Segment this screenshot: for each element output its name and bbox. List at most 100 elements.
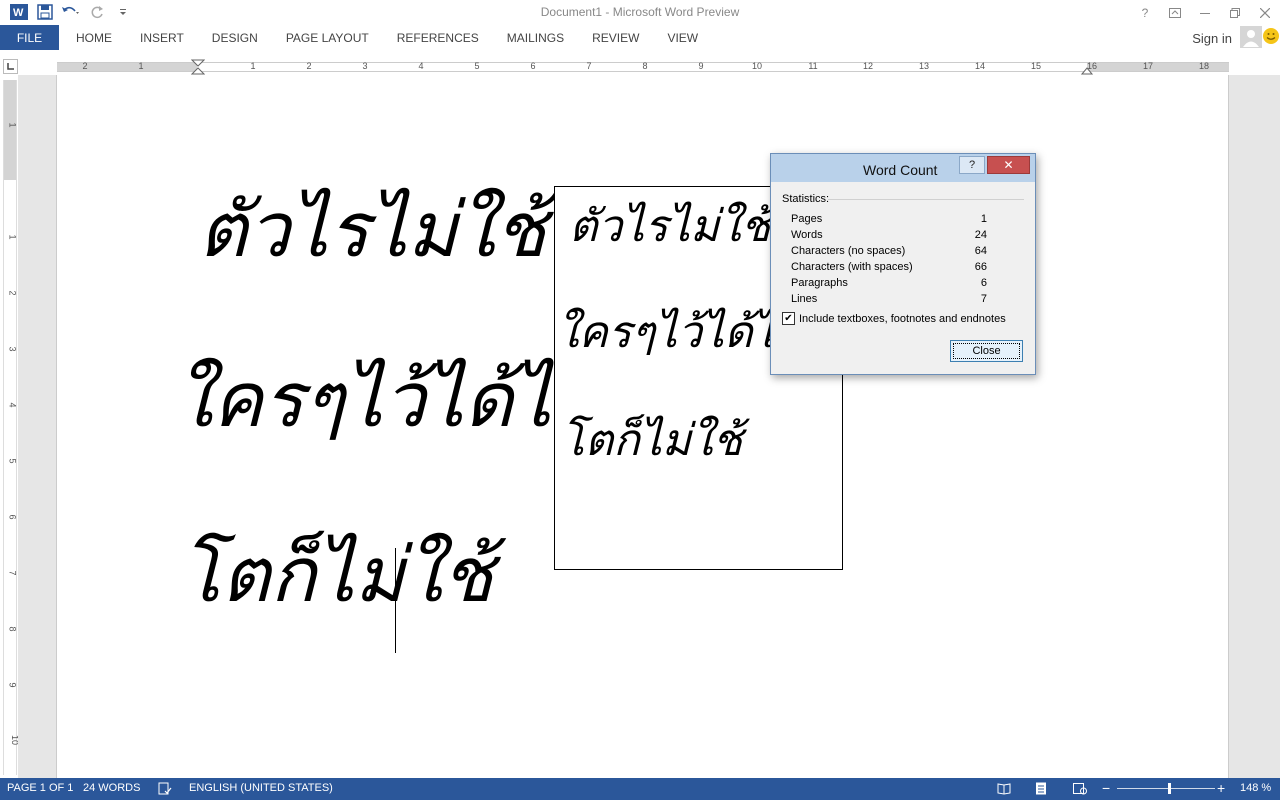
- textbox-line-2[interactable]: ใครๆไว้ได้ไง: [557, 297, 796, 367]
- language-indicator[interactable]: ENGLISH (UNITED STATES): [189, 782, 333, 794]
- ruler-number: 2: [306, 61, 312, 71]
- status-bar: PAGE 1 OF 1 24 WORDS ENGLISH (UNITED STA…: [0, 778, 1280, 800]
- tab-references[interactable]: REFERENCES: [383, 25, 493, 50]
- stat-row-lines: Lines 7: [791, 293, 987, 305]
- ruler-number: 3: [362, 61, 368, 71]
- close-window-button[interactable]: [1250, 0, 1280, 25]
- dialog-close-x-button[interactable]: ✕: [987, 156, 1030, 174]
- stat-row-characters-with-spaces: Characters (with spaces) 66: [791, 261, 987, 273]
- ruler-number: 15: [1030, 61, 1042, 71]
- tab-view[interactable]: VIEW: [653, 25, 712, 50]
- user-avatar[interactable]: [1240, 26, 1262, 48]
- ruler-number: 4: [7, 402, 18, 408]
- title-bar: W Document1 - Microsoft Word Preview ?: [0, 0, 1280, 25]
- tab-page-layout[interactable]: PAGE LAYOUT: [272, 25, 383, 50]
- textbox-line-1[interactable]: ตัวไรไม่ใช้: [569, 191, 771, 261]
- ruler-number: 2: [82, 61, 88, 71]
- ruler-number: 12: [862, 61, 874, 71]
- stat-value: 66: [974, 261, 987, 273]
- document-line-3[interactable]: โตก็ไม่ใช้: [180, 515, 493, 635]
- ruler-number: 18: [1198, 61, 1210, 71]
- ribbon-display-options-icon[interactable]: [1160, 0, 1190, 25]
- vertical-ruler[interactable]: 1 1 2 3 4 5 6 7 8 9 10: [3, 80, 20, 775]
- stat-value: 6: [980, 277, 987, 289]
- restore-button[interactable]: [1220, 0, 1250, 25]
- ruler-number: 13: [918, 61, 930, 71]
- stat-label: Paragraphs: [791, 277, 848, 289]
- ribbon: FILE HOME INSERT DESIGN PAGE LAYOUT REFE…: [0, 25, 1280, 51]
- zoom-slider[interactable]: [1117, 788, 1215, 789]
- help-button[interactable]: ?: [1130, 0, 1160, 25]
- document-line-1[interactable]: ตัวไรไม่ใช้: [198, 170, 546, 290]
- statistics-divider: [828, 199, 1024, 200]
- document-line-2[interactable]: ใครๆไว้ได้ไง: [175, 340, 588, 460]
- ruler-number: 3: [7, 346, 18, 352]
- read-mode-icon[interactable]: [997, 782, 1011, 795]
- right-indent-marker-icon[interactable]: [1081, 65, 1093, 75]
- zoom-level[interactable]: 148 %: [1240, 782, 1271, 794]
- word-count-dialog: Word Count ? ✕ Statistics: Pages 1 Words…: [770, 153, 1036, 375]
- window-title: Document1 - Microsoft Word Preview: [540, 5, 740, 19]
- stat-row-pages: Pages 1: [791, 213, 987, 225]
- ruler-number: 14: [974, 61, 986, 71]
- close-button[interactable]: Close: [950, 340, 1023, 362]
- horizontal-ruler[interactable]: 2 1 1 2 3 4 5 6 7 8 9 10 11 12 13 14 15 …: [0, 59, 1280, 75]
- dialog-help-button[interactable]: ?: [959, 156, 985, 174]
- zoom-slider-thumb[interactable]: [1168, 783, 1171, 794]
- sign-in-link[interactable]: Sign in: [1192, 31, 1232, 46]
- page-indicator[interactable]: PAGE 1 OF 1: [7, 782, 73, 794]
- ruler-number: 1: [7, 122, 18, 128]
- ribbon-tabs: HOME INSERT DESIGN PAGE LAYOUT REFERENCE…: [62, 25, 712, 50]
- ruler-number: 8: [642, 61, 648, 71]
- stat-value: 7: [980, 293, 987, 305]
- stat-label: Characters (no spaces): [791, 245, 906, 257]
- dialog-title: Word Count: [863, 162, 938, 178]
- zoom-out-button[interactable]: −: [1102, 780, 1110, 796]
- zoom-in-button[interactable]: +: [1217, 780, 1225, 796]
- include-textboxes-option[interactable]: ✔ Include textboxes, footnotes and endno…: [782, 312, 1006, 325]
- tab-design[interactable]: DESIGN: [198, 25, 272, 50]
- tab-review[interactable]: REVIEW: [578, 25, 653, 50]
- web-layout-icon[interactable]: [1073, 782, 1087, 795]
- stat-label: Lines: [791, 293, 818, 305]
- stat-label: Words: [791, 229, 823, 241]
- ruler-number: 7: [7, 570, 18, 576]
- ruler-number: 5: [7, 458, 18, 464]
- word-count-indicator[interactable]: 24 WORDS: [83, 782, 140, 794]
- statistics-label: Statistics:: [782, 193, 830, 205]
- print-layout-icon[interactable]: [1034, 782, 1048, 795]
- text-cursor: [395, 548, 396, 653]
- stat-row-paragraphs: Paragraphs 6: [791, 277, 987, 289]
- stat-label: Characters (with spaces): [791, 261, 913, 273]
- stat-value: 64: [974, 245, 987, 257]
- tab-insert[interactable]: INSERT: [126, 25, 198, 50]
- stat-row-characters-no-spaces: Characters (no spaces) 64: [791, 245, 987, 257]
- ruler-number: 11: [808, 61, 818, 71]
- proofing-icon[interactable]: [158, 782, 172, 795]
- ruler-number: 1: [138, 61, 144, 71]
- stat-value: 1: [980, 213, 987, 225]
- include-textboxes-checkbox[interactable]: ✔: [782, 312, 795, 325]
- stat-label: Pages: [791, 213, 823, 225]
- textbox-line-3[interactable]: โตก็ไม่ใช้: [561, 405, 742, 475]
- ruler-number: 9: [698, 61, 704, 71]
- stat-row-words: Words 24: [791, 229, 987, 241]
- tab-home[interactable]: HOME: [62, 25, 126, 50]
- minimize-button[interactable]: [1190, 0, 1220, 25]
- ruler-number: 1: [7, 234, 18, 240]
- ruler-number: 2: [7, 290, 18, 296]
- ruler-number: 6: [7, 514, 18, 520]
- ruler-number: 10: [751, 61, 763, 71]
- stat-value: 24: [974, 229, 987, 241]
- ruler-number: 6: [530, 61, 536, 71]
- ruler-number: 9: [7, 682, 18, 688]
- tab-file[interactable]: FILE: [0, 25, 59, 50]
- feedback-smiley-icon[interactable]: [1263, 28, 1279, 44]
- tab-mailings[interactable]: MAILINGS: [493, 25, 578, 50]
- ruler-number: 1: [250, 61, 256, 71]
- include-textboxes-label[interactable]: Include textboxes, footnotes and endnote…: [799, 313, 1006, 325]
- ruler-number: 7: [586, 61, 592, 71]
- dialog-title-bar[interactable]: Word Count ? ✕: [771, 154, 1035, 182]
- ruler-number: 17: [1142, 61, 1154, 71]
- dialog-body: Statistics: Pages 1 Words 24 Characters …: [776, 184, 1030, 370]
